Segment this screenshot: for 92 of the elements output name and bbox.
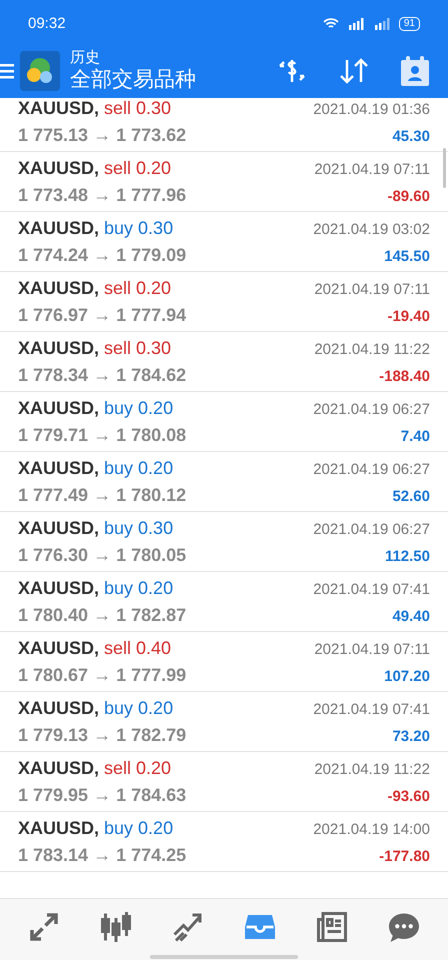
close-time: 2021.04.19 01:36 [313, 100, 430, 120]
close-time: 2021.04.19 07:11 [314, 280, 430, 300]
header-subtitle: 历史 [70, 48, 101, 68]
price-range: 1 776.30 → 1 780.05 [18, 544, 186, 566]
close-time: 2021.04.19 07:41 [313, 700, 430, 720]
price-range: 1 779.13 → 1 782.79 [18, 724, 186, 746]
header-title: 全部交易品种 [70, 67, 196, 94]
trade-type: sell [104, 98, 132, 120]
price-range: 1 779.71 → 1 780.08 [18, 424, 186, 446]
trade-volume: 0.40 [136, 636, 172, 660]
close-time: 2021.04.19 07:11 [314, 640, 430, 660]
close-time: 2021.04.19 03:02 [313, 220, 430, 240]
close-time: 2021.04.19 07:41 [313, 580, 430, 600]
trade-volume: 0.30 [136, 336, 172, 360]
price-range: 1 779.95 → 1 784.63 [18, 784, 186, 806]
trade-type: sell [104, 636, 132, 660]
trade-volume: 0.20 [138, 396, 174, 420]
trade-type: buy [104, 456, 134, 480]
price-range: 1 774.24 → 1 779.09 [18, 244, 186, 266]
trade-volume: 0.20 [136, 156, 172, 180]
price-range: 1 780.40 → 1 782.87 [18, 604, 186, 626]
trade-volume: 0.20 [138, 576, 174, 600]
price-range: 1 773.48 → 1 777.96 [18, 184, 186, 206]
profit: 107.20 [384, 666, 430, 686]
trade-type: buy [104, 576, 134, 600]
close-time: 2021.04.19 06:27 [313, 520, 430, 540]
trade-volume: 0.30 [136, 98, 172, 120]
symbol: XAUUSD, [18, 816, 100, 840]
trade-volume: 0.20 [138, 456, 174, 480]
close-time: 2021.04.19 06:27 [313, 400, 430, 420]
profit: 52.60 [392, 486, 430, 506]
trade-type: buy [104, 516, 134, 540]
symbol: XAUUSD, [18, 276, 100, 300]
wifi-icon [322, 18, 339, 30]
profit: 7.40 [400, 426, 430, 446]
price-range: 1 783.14 → 1 774.25 [18, 844, 186, 866]
trade-type: buy [104, 216, 134, 240]
sort-icon[interactable] [338, 56, 370, 86]
trade-type: sell [104, 276, 132, 300]
menu-icon[interactable] [0, 62, 14, 80]
trade-type: buy [104, 816, 134, 840]
profit: -19.40 [387, 306, 430, 326]
signal-icon [346, 18, 365, 30]
profit: -93.60 [387, 786, 430, 806]
symbol: XAUUSD, [18, 156, 100, 180]
close-time: 2021.04.19 11:22 [314, 340, 430, 360]
scrollbar [443, 148, 446, 188]
trade-volume: 0.20 [136, 276, 172, 300]
profit: -188.40 [379, 366, 430, 386]
close-time: 2021.04.19 14:00 [313, 820, 430, 840]
symbol: XAUUSD, [18, 756, 100, 780]
profit: 45.30 [392, 126, 430, 146]
signal-icon [372, 18, 391, 30]
symbol: XAUUSD, [18, 636, 100, 660]
price-range: 1 777.49 → 1 780.12 [18, 484, 186, 506]
app-logo-icon [20, 51, 60, 91]
trade-type: sell [104, 756, 132, 780]
profit: 112.50 [384, 546, 430, 566]
price-range: 1 776.97 → 1 777.94 [18, 304, 186, 326]
symbol: XAUUSD, [18, 696, 100, 720]
profit: 145.50 [384, 246, 430, 266]
status-time: 09:32 [28, 14, 66, 34]
profit: 49.40 [392, 606, 430, 626]
profit: -177.80 [379, 846, 430, 866]
symbol: XAUUSD, [18, 98, 100, 120]
calendar-person-icon[interactable] [400, 55, 430, 87]
battery-level: 91 [398, 17, 420, 31]
close-time: 2021.04.19 07:11 [314, 160, 430, 180]
trade-volume: 0.30 [138, 516, 174, 540]
profit: -89.60 [387, 186, 430, 206]
price-range: 1 775.13 → 1 773.62 [18, 124, 186, 146]
price-range: 1 778.34 → 1 784.62 [18, 364, 186, 386]
newspaper-icon [314, 909, 350, 945]
symbol: XAUUSD, [18, 576, 100, 600]
profit: 73.20 [392, 726, 430, 746]
trade-volume: 0.20 [136, 756, 172, 780]
close-time: 2021.04.19 11:22 [314, 760, 430, 780]
trade-type: sell [104, 156, 132, 180]
symbol: XAUUSD, [18, 216, 100, 240]
trade-type: buy [104, 696, 134, 720]
symbol: XAUUSD, [18, 396, 100, 420]
symbol: XAUUSD, [18, 336, 100, 360]
trade-volume: 0.20 [138, 696, 174, 720]
symbol: XAUUSD, [18, 516, 100, 540]
price-range: 1 780.67 → 1 777.99 [18, 664, 186, 686]
trade-volume: 0.30 [138, 216, 174, 240]
trade-volume: 0.20 [138, 816, 174, 840]
trade-type: sell [104, 336, 132, 360]
candlestick-icon [98, 909, 134, 945]
symbol: XAUUSD, [18, 456, 100, 480]
close-time: 2021.04.19 06:27 [313, 460, 430, 480]
trade-type: buy [104, 396, 134, 420]
